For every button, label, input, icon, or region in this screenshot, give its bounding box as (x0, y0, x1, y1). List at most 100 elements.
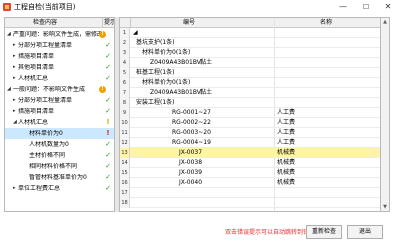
table-row[interactable]: 14 JX-0038 机械费 (120, 158, 380, 168)
tree-item-labor-material-summary[interactable]: ▸ 人材机汇总 ✓ (5, 73, 114, 84)
tree-item-labor-material-summary[interactable]: ◢ 人材机汇总 ! (5, 117, 114, 128)
tree-item-serious-issues[interactable]: ◢ 严重问题：影响文件生成，需修改 ! (5, 29, 114, 40)
check-tree-header: 检查内容 提示 (5, 18, 114, 28)
item-name: 黏土 (200, 59, 213, 66)
row-number: 2 (120, 38, 130, 48)
exit-button[interactable]: 退出 (347, 225, 383, 239)
group-label: 材料单价为0(1条) (142, 79, 191, 86)
table-row[interactable]: 5 桩基工程(1条) (120, 68, 380, 78)
row-number: 16 (120, 178, 130, 188)
header-name: 名称 (320, 19, 333, 26)
table-row[interactable]: 16 JX-0040 机械费 (120, 178, 380, 188)
table-row[interactable]: 9 RG-0001~27 人工费 (120, 108, 380, 118)
row-number: 9 (120, 108, 130, 118)
check-tree-panel: 检查内容 提示 ◢ 严重问题：影响文件生成，需修改 ! ▸ 分部分项工程量清单 … (4, 17, 115, 212)
table-row[interactable]: 17 (120, 188, 380, 198)
item-name: 机械费 (277, 169, 296, 176)
tree-item-unit-project-cost-summary[interactable]: ▸ 单位工程费汇总 ✓ (5, 183, 114, 194)
check-icon: ✓ (105, 173, 111, 181)
table-row[interactable]: 2 基坑支护(1条) (120, 38, 380, 48)
item-name: 机械费 (277, 179, 296, 186)
table-row-selected[interactable]: 13 JX-0037 机械费 (120, 148, 380, 158)
table-row[interactable]: 1 ◢ (120, 28, 380, 38)
table-row[interactable]: 7 Z0409A43B01BV 黏土 (120, 88, 380, 98)
scroll-down-icon[interactable]: ▼ (381, 203, 389, 211)
close-icon[interactable]: ✕ (383, 2, 393, 12)
item-code: JX-0040 (179, 179, 203, 186)
table-row[interactable]: 10 RG-0002~22 人工费 (120, 118, 380, 128)
table-row[interactable]: 11 RG-0003~20 人工费 (120, 128, 380, 138)
item-code: JX-0037 (179, 149, 203, 156)
table-row[interactable]: 18 (120, 198, 380, 208)
collapse-icon[interactable]: ◢ (7, 86, 12, 93)
row-number: 6 (120, 78, 130, 88)
tree-item-general-issues[interactable]: ◢ 一般问题：不影响文件生成 ! (5, 84, 114, 95)
row-number: 3 (120, 48, 130, 58)
row-number: 11 (120, 128, 130, 138)
table-row[interactable]: 6 材料单价为0(1条) (120, 78, 380, 88)
maximize-icon[interactable]: ☐ (361, 2, 371, 12)
collapse-icon[interactable]: ◢ (133, 29, 138, 37)
tree-item-quantity-zero[interactable]: 人材机数量为0 ✓ (5, 139, 114, 150)
tree-item-label: 分部分项工程量清单 (18, 97, 73, 104)
check-icon: ✓ (105, 107, 111, 115)
tree-item-label: 人材机数量为0 (29, 141, 69, 148)
tree-item-material-price-zero[interactable]: 材料单价为0 ! (5, 128, 114, 139)
minimize-icon[interactable]: — (338, 2, 348, 12)
tree-item-label: 材料单价为0 (29, 130, 63, 137)
error-icon: ! (106, 129, 110, 137)
item-code: RG-0003~20 (172, 129, 211, 136)
tree-item-label: 一般问题：不影响文件生成 (13, 86, 86, 93)
table-row[interactable]: 3 材料单价为0(1条) (120, 48, 380, 58)
tree-item-same-material-price-diff[interactable]: 相同材料价格不同 ✓ (5, 161, 114, 172)
tree-item-other-items-list[interactable]: ▸ 其他项目清单 ✓ (5, 62, 114, 73)
check-icon: ✓ (105, 184, 111, 192)
check-icon: ✓ (105, 74, 111, 82)
check-icon: ✓ (105, 162, 111, 170)
scroll-up-icon[interactable]: ▲ (381, 18, 389, 26)
group-label: 基坑支护(1条) (136, 39, 175, 46)
tree-item-label: 严重问题：影响文件生成，需修改 (13, 31, 101, 38)
vertical-scrollbar[interactable]: ▲ ▼ (381, 17, 390, 212)
tree-item-label: 人材机汇总 (18, 119, 49, 126)
tree-item-label: 暂管材料基准单价为0 (29, 174, 87, 181)
header-code: 编号 (183, 19, 196, 26)
row-number: 10 (120, 118, 130, 128)
item-code: Z0409A43B01BV (150, 59, 201, 66)
warning-badge-icon: ! (99, 31, 106, 38)
table-row[interactable]: 4 Z0409A43B01BV 黏土 (120, 58, 380, 68)
row-number: 15 (120, 168, 130, 178)
check-icon: ✓ (105, 52, 111, 60)
row-number: 17 (120, 188, 130, 198)
tree-item-label: 措施项目清单 (18, 108, 55, 115)
check-icon: ✓ (105, 63, 111, 71)
item-code: JX-0038 (179, 159, 203, 166)
tree-item-sub-division-list[interactable]: ▸ 分部分项工程量清单 ✓ (5, 95, 114, 106)
tree-item-sub-division-list[interactable]: ▸ 分部分项工程量清单 ✓ (5, 40, 114, 51)
row-number: 18 (120, 198, 130, 208)
table-row[interactable]: 15 JX-0039 机械费 (120, 168, 380, 178)
tree-item-label: 其他项目清单 (18, 64, 55, 71)
group-label: 安装工程(1条) (136, 99, 175, 106)
table-row[interactable]: 12 RG-0004~19 人工费 (120, 138, 380, 148)
tree-item-measures-list[interactable]: ▸ 措施项目清单 ✓ (5, 106, 114, 117)
row-number: 5 (120, 68, 130, 78)
tree-item-label: 措施项目清单 (18, 53, 55, 60)
row-number: 1 (120, 28, 130, 38)
header-hint: 提示 (104, 19, 115, 26)
tree-item-provisional-material-zero[interactable]: 暂管材料基准单价为0 ✓ (5, 172, 114, 183)
collapse-icon[interactable]: ◢ (7, 31, 12, 38)
item-name: 人工费 (277, 129, 296, 136)
recheck-button[interactable]: 重新检查 (306, 225, 342, 239)
tree-item-measures-list[interactable]: ▸ 措施项目清单 ✓ (5, 51, 114, 62)
item-code: RG-0004~19 (172, 139, 211, 146)
tree-item-label: 人材机汇总 (18, 75, 49, 82)
group-label: 桩基工程(1条) (136, 69, 175, 76)
result-grid: 编号 名称 1 ◢ 2 基坑支护(1条) 3 材料单价为0(1条) 4 Z040… (119, 17, 381, 212)
table-row[interactable]: 8 安装工程(1条) (120, 98, 380, 108)
project-check-window: 工程自检(当前项目) — ☐ ✕ 检查内容 提示 ◢ 严重问题：影响文件生成，需… (0, 0, 399, 250)
tree-item-main-material-price-diff[interactable]: 主材价格不同 ✓ (5, 150, 114, 161)
header-divider (130, 18, 131, 28)
tree-item-label: 主材价格不同 (29, 152, 66, 159)
item-name: 人工费 (277, 139, 296, 146)
